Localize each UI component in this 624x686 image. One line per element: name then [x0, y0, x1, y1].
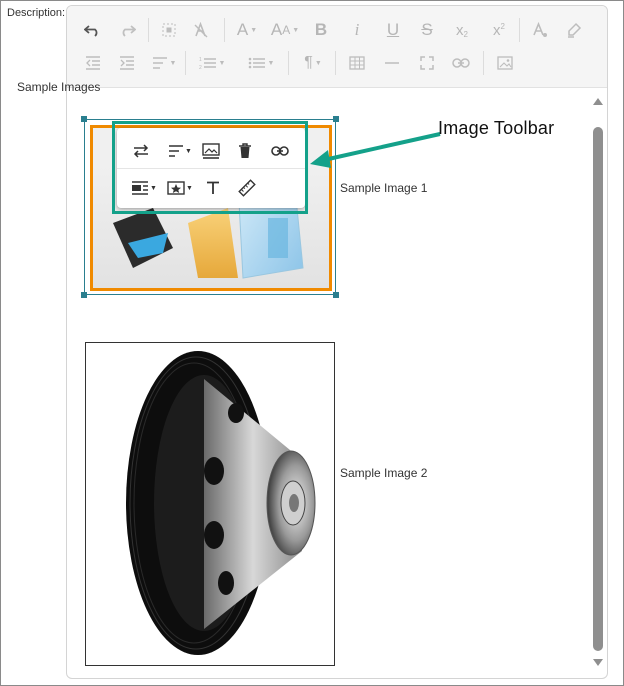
link-icon[interactable]	[449, 48, 473, 78]
paragraph-format-icon[interactable]: ¶ ▼	[299, 48, 327, 78]
toolbar-separator	[185, 51, 186, 75]
redo-icon[interactable]	[115, 15, 139, 45]
callout-label: Image Toolbar	[438, 118, 555, 138]
indent-icon[interactable]	[115, 48, 139, 78]
editor-toolbar: A ▼ A A ▼ B i U S x2 x2 ▼ 1 2 ▼ ▼ ¶ ▼	[67, 6, 607, 88]
undo-icon[interactable]	[81, 15, 105, 45]
toolbar-separator	[288, 51, 289, 75]
resize-handle-bottom-right[interactable]	[333, 292, 339, 298]
insert-image-icon[interactable]	[493, 48, 517, 78]
scroll-up-arrow[interactable]	[592, 93, 604, 105]
toolbar-separator	[483, 51, 484, 75]
callout-arrow	[310, 132, 441, 168]
toolbar-row-2: ▼ 1 2 ▼ ▼ ¶ ▼	[67, 48, 607, 78]
toolbar-row-1: A ▼ A A ▼ B i U S x2 x2	[67, 15, 607, 45]
ordered-list-icon[interactable]: 1 2 ▼	[195, 48, 229, 78]
toolbar-separator	[335, 51, 336, 75]
table-icon[interactable]	[345, 48, 369, 78]
unordered-list-icon[interactable]: ▼	[243, 48, 279, 78]
svg-text:1: 1	[199, 57, 202, 63]
callout-highlight-box	[112, 121, 308, 214]
toolbar-separator	[224, 18, 225, 42]
outdent-icon[interactable]	[81, 48, 105, 78]
underline-icon[interactable]: U	[381, 15, 405, 45]
resize-handle-top-left[interactable]	[81, 116, 87, 122]
horizontal-line-icon[interactable]	[380, 48, 404, 78]
strikethrough-icon[interactable]: S	[415, 15, 439, 45]
scrollbar-thumb[interactable]	[593, 127, 603, 651]
bold-icon[interactable]: B	[309, 15, 333, 45]
image-caption-2: Sample Image 2	[340, 466, 428, 480]
svg-text:2: 2	[199, 65, 202, 70]
resize-handle-bottom-left[interactable]	[81, 292, 87, 298]
alignment-icon[interactable]: ▼	[149, 48, 179, 78]
scroll-down-arrow[interactable]	[592, 654, 604, 666]
background-color-icon[interactable]	[562, 15, 586, 45]
select-all-icon[interactable]	[157, 15, 181, 45]
fullscreen-icon[interactable]	[415, 48, 439, 78]
font-color-icon[interactable]	[528, 15, 552, 45]
sample-image-2[interactable]	[85, 342, 335, 666]
image-caption-1: Sample Image 1	[340, 181, 428, 195]
description-label: Description:	[7, 7, 66, 19]
superscript-icon[interactable]: x2	[487, 15, 511, 45]
clear-format-icon[interactable]	[189, 15, 213, 45]
italic-icon[interactable]: i	[345, 15, 369, 45]
subscript-icon[interactable]: x2	[450, 15, 474, 45]
font-size-icon[interactable]: A A ▼	[267, 15, 303, 45]
toolbar-separator	[148, 18, 149, 42]
toolbar-separator	[519, 18, 520, 42]
content-heading: Sample Images	[17, 80, 101, 94]
font-name-icon[interactable]: A ▼	[233, 15, 261, 45]
sample-image-2-graphic	[126, 351, 316, 655]
